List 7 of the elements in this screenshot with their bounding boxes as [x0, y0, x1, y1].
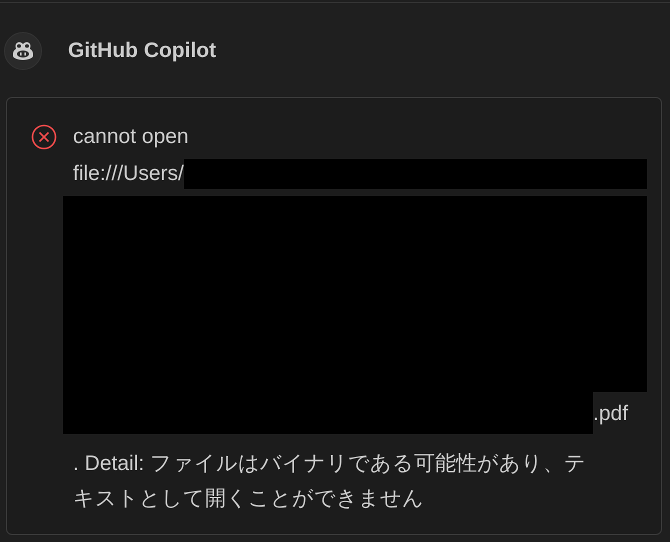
file-extension: .pdf [593, 400, 628, 426]
copilot-icon [12, 41, 34, 61]
error-icon [31, 124, 57, 150]
file-path: file:///Users/ [73, 161, 184, 187]
error-text: cannot open [73, 124, 190, 150]
author-name: GitHub Copilot [68, 39, 216, 63]
error-detail: . Detail: ファイルはバイナリである可能性があり、テキストとして開くことができません [73, 451, 588, 512]
